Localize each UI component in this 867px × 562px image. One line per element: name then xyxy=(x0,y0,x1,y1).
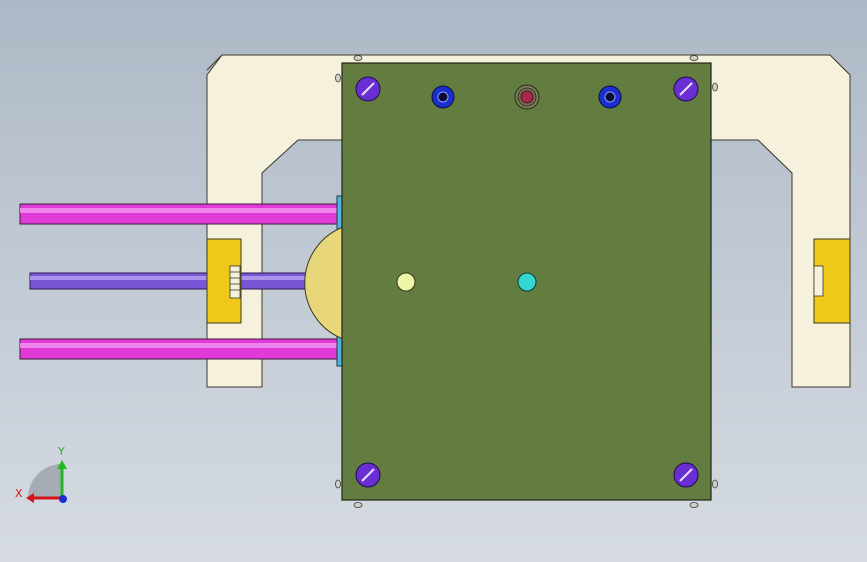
cap-screw-top-right[interactable] xyxy=(673,76,699,102)
locating-pin-cyan[interactable] xyxy=(517,272,537,292)
cap-screw-top-left[interactable] xyxy=(355,76,381,102)
cap-screw-bottom-left[interactable] xyxy=(355,462,381,488)
cap-screw-bottom-right[interactable] xyxy=(673,462,699,488)
cad-viewport[interactable]: X Y xyxy=(0,0,867,562)
bushing-left[interactable] xyxy=(431,85,455,109)
triad-y-label: Y xyxy=(57,445,65,458)
half-disc[interactable] xyxy=(304,225,347,341)
bushing-right[interactable] xyxy=(598,85,622,109)
coordinate-triad-icon: X Y xyxy=(15,445,67,503)
clamp-right-slot xyxy=(813,265,824,297)
guide-rod-top[interactable] xyxy=(19,203,343,225)
center-pin[interactable] xyxy=(514,84,540,110)
clamp-right[interactable] xyxy=(813,238,851,324)
triad-z-axis xyxy=(59,495,67,503)
clamp-left[interactable] xyxy=(206,238,242,324)
clamp-left-spring xyxy=(229,265,241,299)
locating-pin-yellow[interactable] xyxy=(396,272,416,292)
triad-x-label: X xyxy=(15,487,23,500)
guide-rod-middle[interactable] xyxy=(29,272,327,290)
guide-rod-bottom[interactable] xyxy=(19,338,343,360)
